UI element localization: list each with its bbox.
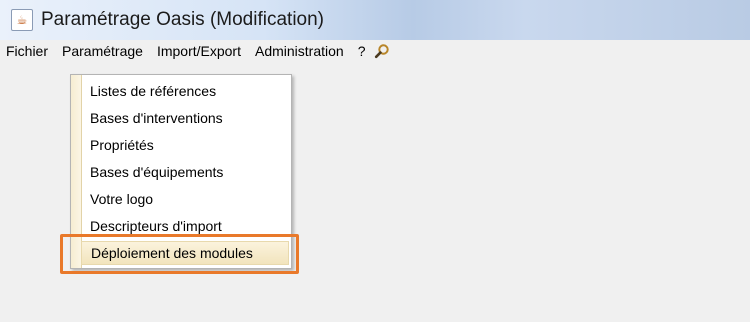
menu-import-export[interactable]: Import/Export [150, 43, 248, 59]
window-title: Paramétrage Oasis (Modification) [41, 9, 324, 30]
menu-item-votre-logo[interactable]: Votre logo [81, 186, 289, 212]
title-bar: ☕ Paramétrage Oasis (Modification) [0, 0, 750, 40]
app-window: ☕ Paramétrage Oasis (Modification) Fichi… [0, 0, 750, 322]
menu-item-bases-equipements[interactable]: Bases d'équipements [81, 159, 289, 185]
menu-fichier[interactable]: Fichier [0, 43, 55, 59]
menu-administration[interactable]: Administration [248, 43, 351, 59]
java-cup-icon: ☕ [11, 9, 33, 31]
menu-item-listes-references[interactable]: Listes de références [81, 78, 289, 104]
search-icon[interactable] [374, 43, 390, 59]
menu-help[interactable]: ? [351, 43, 373, 59]
menu-bar: Fichier Paramétrage Import/Export Admini… [0, 40, 750, 62]
menu-item-bases-interventions[interactable]: Bases d'interventions [81, 105, 289, 131]
menu-item-proprietes[interactable]: Propriétés [81, 132, 289, 158]
menu-parametrage[interactable]: Paramétrage [55, 43, 150, 59]
highlight-callout-box [60, 234, 299, 274]
